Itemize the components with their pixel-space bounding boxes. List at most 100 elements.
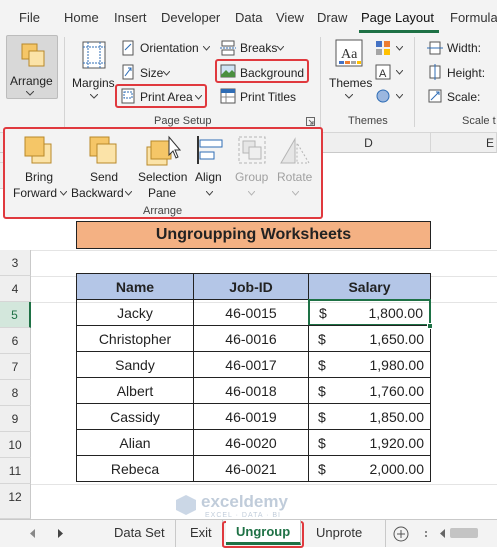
row-header-6[interactable]: 6 — [0, 328, 31, 354]
cell-salary[interactable]: $1,760.00 — [308, 377, 431, 404]
tab-unprotect[interactable]: Unprote — [306, 520, 386, 547]
cell-salary[interactable]: $2,000.00 — [308, 455, 431, 482]
menu-file[interactable]: File — [19, 10, 40, 25]
breaks-button[interactable]: Breaks — [240, 41, 277, 55]
arrange-icon — [21, 43, 45, 67]
chevron-down-icon — [206, 191, 213, 196]
arrange-group-panel: Bring Forward Send Backward Selection Pa… — [3, 127, 323, 219]
cell-job-id[interactable]: 46-0020 — [193, 429, 309, 456]
scroll-left-icon[interactable] — [30, 529, 36, 538]
row-header-7[interactable]: 7 — [0, 354, 31, 380]
align-button[interactable]: Align — [195, 169, 222, 185]
cell-salary[interactable]: $1,980.00 — [308, 351, 431, 378]
svg-text:Aa: Aa — [341, 47, 358, 62]
row-header-4[interactable]: 4 — [0, 276, 31, 302]
rotate-icon — [280, 137, 310, 164]
header-name[interactable]: Name — [76, 273, 194, 300]
row-header-11[interactable]: 11 — [0, 458, 31, 484]
salary-amount: 2,000.00 — [369, 461, 425, 477]
chevron-down-icon — [396, 70, 403, 75]
chevron-down-icon — [163, 71, 170, 76]
salary-amount: 1,800.00 — [368, 305, 424, 321]
background-button[interactable]: Background — [240, 66, 304, 80]
menu-draw[interactable]: Draw — [317, 10, 347, 25]
group-button[interactable]: Group — [235, 169, 268, 185]
margins-button[interactable]: Margins — [72, 76, 115, 90]
cell-salary[interactable]: $1,650.00 — [308, 325, 431, 352]
themes-button[interactable]: Themes — [329, 76, 372, 90]
cell-name[interactable]: Jacky — [76, 299, 194, 326]
menu-page-layout[interactable]: Page Layout — [361, 10, 434, 25]
cell-name[interactable]: Christopher — [76, 325, 194, 352]
hscroll-left-icon[interactable] — [440, 529, 446, 538]
menu-view[interactable]: View — [276, 10, 304, 25]
header-job-id[interactable]: Job-ID — [193, 273, 309, 300]
add-sheet-icon[interactable] — [393, 526, 409, 542]
cell-name[interactable]: Albert — [76, 377, 194, 404]
separator — [320, 37, 321, 127]
cell-name[interactable]: Cassidy — [76, 403, 194, 430]
tab-exit[interactable]: Exit — [180, 520, 223, 547]
menu-insert[interactable]: Insert — [114, 10, 147, 25]
row-header-12[interactable]: 12 — [0, 484, 31, 519]
chevron-down-icon — [90, 94, 98, 99]
cell-job-id[interactable]: 46-0015 — [193, 299, 309, 326]
cell-name[interactable]: Rebeca — [76, 455, 194, 482]
cell-salary[interactable]: $1,800.00 — [308, 299, 431, 326]
selection-pane-label-1[interactable]: Selection — [138, 169, 187, 185]
row-header-8[interactable]: 8 — [0, 380, 31, 406]
table-title[interactable]: Ungroupping Worksheets — [76, 221, 431, 249]
row-header-9[interactable]: 9 — [0, 406, 31, 432]
tab-data-set[interactable]: Data Set — [104, 520, 176, 547]
cell-job-id[interactable]: 46-0021 — [193, 455, 309, 482]
row-header-10[interactable]: 10 — [0, 432, 31, 458]
menu-formulas[interactable]: Formula — [450, 10, 497, 25]
menu-developer[interactable]: Developer — [161, 10, 220, 25]
cell-name[interactable]: Sandy — [76, 351, 194, 378]
themes-group-label: Themes — [348, 115, 388, 127]
horizontal-scrollbar-thumb[interactable] — [450, 528, 478, 538]
arrange-button[interactable]: Arrange — [6, 35, 58, 99]
effects-icon[interactable] — [375, 88, 391, 104]
scroll-right-icon[interactable] — [58, 529, 64, 538]
breaks-icon — [220, 40, 236, 56]
cell-salary[interactable]: $1,850.00 — [308, 403, 431, 430]
bring-forward-label-2[interactable]: Forward — [13, 185, 57, 201]
colors-icon[interactable] — [375, 40, 391, 56]
print-area-button[interactable]: Print Area — [140, 90, 193, 104]
column-header-e[interactable]: E — [431, 133, 497, 153]
print-titles-button[interactable]: Print Titles — [240, 90, 296, 104]
send-backward-icon — [89, 136, 117, 164]
rotate-button[interactable]: Rotate — [277, 169, 312, 185]
cell-job-id[interactable]: 46-0019 — [193, 403, 309, 430]
send-backward-label-2[interactable]: Backward — [71, 185, 124, 201]
tab-ungroup[interactable]: Ungroup — [226, 520, 302, 545]
cell-job-id[interactable]: 46-0017 — [193, 351, 309, 378]
bring-forward-label-1[interactable]: Bring — [25, 169, 53, 185]
currency-symbol: $ — [318, 357, 326, 373]
header-salary[interactable]: Salary — [308, 273, 431, 300]
selection-pane-label-2[interactable]: Pane — [148, 185, 176, 201]
cell-job-id[interactable]: 46-0016 — [193, 325, 309, 352]
fill-handle[interactable] — [427, 323, 433, 329]
cell-salary[interactable]: $1,920.00 — [308, 429, 431, 456]
print-titles-icon — [220, 88, 236, 104]
row-header-5[interactable]: 5 — [0, 302, 31, 328]
orientation-button[interactable]: Orientation — [140, 41, 199, 55]
send-backward-label-1[interactable]: Send — [90, 169, 118, 185]
fonts-icon[interactable]: A — [375, 64, 391, 80]
scale-icon — [428, 89, 442, 103]
menu-data[interactable]: Data — [235, 10, 262, 25]
chevron-down-icon — [345, 94, 353, 99]
dialog-launcher-icon[interactable] — [306, 117, 315, 126]
size-button[interactable]: Size — [140, 66, 163, 80]
separator — [64, 37, 65, 127]
bring-forward-icon — [24, 136, 52, 164]
salary-amount: 1,760.00 — [369, 383, 425, 399]
row-header-3[interactable]: 3 — [0, 250, 31, 276]
column-header-d[interactable]: D — [307, 133, 431, 153]
cell-name[interactable]: Alian — [76, 429, 194, 456]
menu-home[interactable]: Home — [64, 10, 99, 25]
chevron-down-icon — [292, 191, 299, 196]
cell-job-id[interactable]: 46-0018 — [193, 377, 309, 404]
